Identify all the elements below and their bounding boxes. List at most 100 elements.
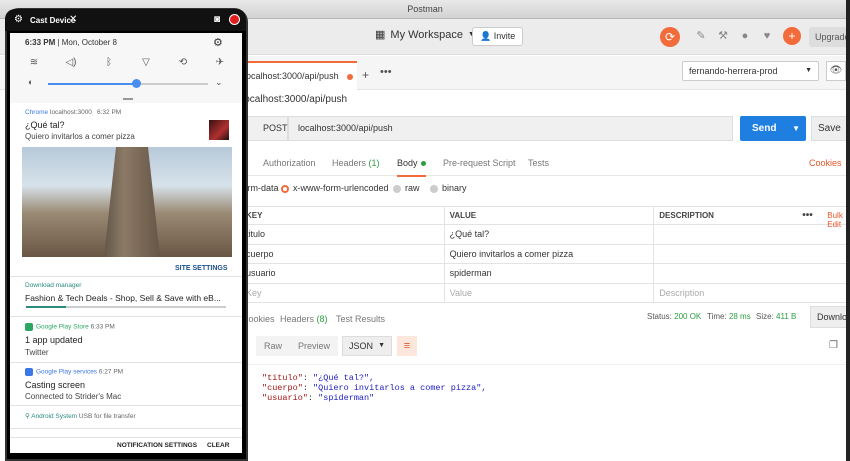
chrome-body: Quiero invitarlos a comer pizza (25, 132, 135, 141)
new-button[interactable]: + (783, 27, 801, 45)
row-description[interactable] (653, 263, 850, 284)
grid-icon: ▦ (375, 29, 386, 41)
code-line: "titulo": "¿Qué tal?", (262, 373, 375, 383)
tab-body[interactable]: Body (397, 158, 426, 177)
more-icon[interactable]: ••• (802, 210, 813, 221)
brightness-icon: ◐ (28, 77, 34, 87)
workspace-selector[interactable]: ▦ My Workspace ▼ (375, 28, 475, 42)
notification-footer: NOTIFICATION SETTINGS CLEAR (10, 437, 242, 453)
download-title: Fashion & Tech Deals - Shop, Sell & Save… (25, 293, 221, 303)
tab-response-headers[interactable]: Headers (8) (280, 314, 328, 324)
chevron-down-icon: ▼ (805, 67, 812, 74)
value-placeholder[interactable]: Value (443, 282, 655, 303)
play-services-app: Google Play services 6:27 PM (25, 368, 123, 376)
preview-button[interactable]: Preview (290, 336, 339, 356)
invite-button[interactable]: 👤 Invite (472, 27, 524, 46)
rotate-icon[interactable]: ⟲ (176, 56, 190, 70)
play-store-time: 6:33 PM (90, 323, 115, 331)
url-input[interactable]: localhost:3000/api/push (288, 116, 733, 141)
android-system-detail: USB for file transfer (78, 413, 136, 420)
row-key[interactable]: cuerpo (240, 243, 445, 264)
table-row: cuerpo Quiero invitarlos a comer pizza (240, 243, 850, 264)
wrench-icon[interactable]: ⚒ (716, 29, 730, 43)
bluetooth-icon[interactable]: ᛒ (102, 56, 116, 70)
radio-raw[interactable]: raw (393, 183, 420, 193)
row-value[interactable]: Quiero invitarlos a comer pizza (443, 243, 655, 264)
row-value[interactable]: ¿Qué tal? (443, 224, 655, 245)
tab-prerequest[interactable]: Pre-request Script (443, 158, 516, 168)
workspace-label: My Workspace (390, 28, 463, 41)
expand-chevron-icon[interactable]: ⌄ (215, 77, 223, 88)
tab-label: localhost:3000/api/push (244, 71, 339, 81)
key-placeholder[interactable]: Key (240, 282, 445, 303)
avatar (209, 120, 229, 140)
cookies-link[interactable]: Cookies (809, 158, 842, 168)
radio-icon (430, 184, 438, 193)
environment-select[interactable]: fernando-herrera-prod ▼ (682, 61, 819, 81)
drag-handle[interactable] (123, 98, 133, 100)
more-tabs-icon[interactable]: ••• (380, 66, 392, 78)
row-description[interactable] (653, 243, 850, 264)
row-description[interactable] (653, 224, 850, 245)
site-settings-button[interactable]: SITE SETTINGS (175, 265, 228, 272)
wifi-icon[interactable]: ≋ (27, 56, 41, 70)
upgrade-button[interactable]: Upgrade (809, 27, 850, 47)
row-key[interactable]: titulo (240, 224, 445, 245)
brightness-slider[interactable] (48, 79, 208, 88)
sound-icon[interactable]: ◁) (64, 56, 78, 70)
heart-icon[interactable]: ♥ (760, 29, 774, 43)
status-value: 200 OK (674, 312, 702, 321)
divider (10, 276, 242, 277)
clear-button[interactable]: CLEAR (207, 442, 229, 449)
wrap-lines-icon[interactable]: ≡ (397, 336, 417, 356)
divider (10, 362, 242, 363)
code-value: "¿Qué tal?", (313, 373, 375, 383)
notification-image (22, 147, 232, 257)
play-services-time: 6:27 PM (98, 368, 124, 376)
radio-selected-icon (281, 184, 289, 193)
close-icon[interactable]: ✕ (69, 14, 77, 25)
response-status: Status: 200 OK (647, 312, 701, 321)
table-row: titulo ¿Qué tal? (240, 224, 850, 245)
response-headers-count: (8) (316, 314, 328, 324)
send-button[interactable]: Send ▼ (740, 116, 806, 141)
request-tab[interactable]: localhost:3000/api/push (230, 61, 357, 90)
row-value[interactable]: spiderman (443, 263, 655, 284)
eye-icon[interactable]: 👁 (826, 61, 846, 81)
flashlight-icon[interactable]: ▽ (139, 56, 153, 70)
tab-tests[interactable]: Tests (528, 158, 549, 168)
sync-icon[interactable]: ⟳ (660, 27, 680, 47)
chrome-site: localhost:3000 (50, 109, 92, 116)
save-button[interactable]: Save (811, 116, 850, 141)
play-store-body: Twitter (25, 348, 49, 357)
download-button[interactable]: Download (810, 306, 850, 328)
bell-icon[interactable]: ● (738, 29, 752, 43)
play-store-app: Google Play Store 6:33 PM (25, 323, 115, 331)
description-placeholder[interactable]: Description (653, 282, 850, 303)
tab-authorization[interactable]: Authorization (263, 158, 316, 168)
table-header-row: KEY VALUE DESCRIPTION ••• Bulk Edit (240, 206, 850, 229)
camera-icon[interactable]: ◙ (214, 14, 220, 25)
row-key[interactable]: usuario (240, 263, 445, 284)
radio-urlencoded[interactable]: x-www-form-urlencoded (281, 183, 389, 193)
tab-headers[interactable]: Headers (1) (332, 158, 380, 168)
window-edge (846, 0, 850, 461)
divider (10, 428, 242, 429)
raw-view-button[interactable]: Raw (256, 336, 291, 356)
airplane-icon[interactable]: ✈ (213, 56, 227, 70)
chevron-down-icon[interactable]: ▼ (792, 116, 800, 141)
tab-test-results[interactable]: Test Results (336, 314, 385, 324)
satellite-icon[interactable]: ✎ (694, 29, 708, 43)
download-progress (26, 306, 226, 308)
format-select[interactable]: JSON ▼ (342, 336, 392, 356)
copy-icon[interactable]: ❐ (829, 340, 838, 351)
add-tab-icon[interactable]: + (362, 68, 369, 82)
settings-gear-icon[interactable]: ⚙ (213, 36, 223, 49)
response-headers-label: Headers (280, 314, 315, 324)
radio-binary[interactable]: binary (430, 183, 467, 193)
record-icon[interactable] (229, 14, 240, 25)
brightness-knob[interactable] (132, 79, 141, 88)
notification-settings-button[interactable]: NOTIFICATION SETTINGS (117, 442, 197, 449)
gear-icon[interactable]: ⚙ (14, 14, 23, 25)
raw-label: raw (405, 183, 420, 193)
